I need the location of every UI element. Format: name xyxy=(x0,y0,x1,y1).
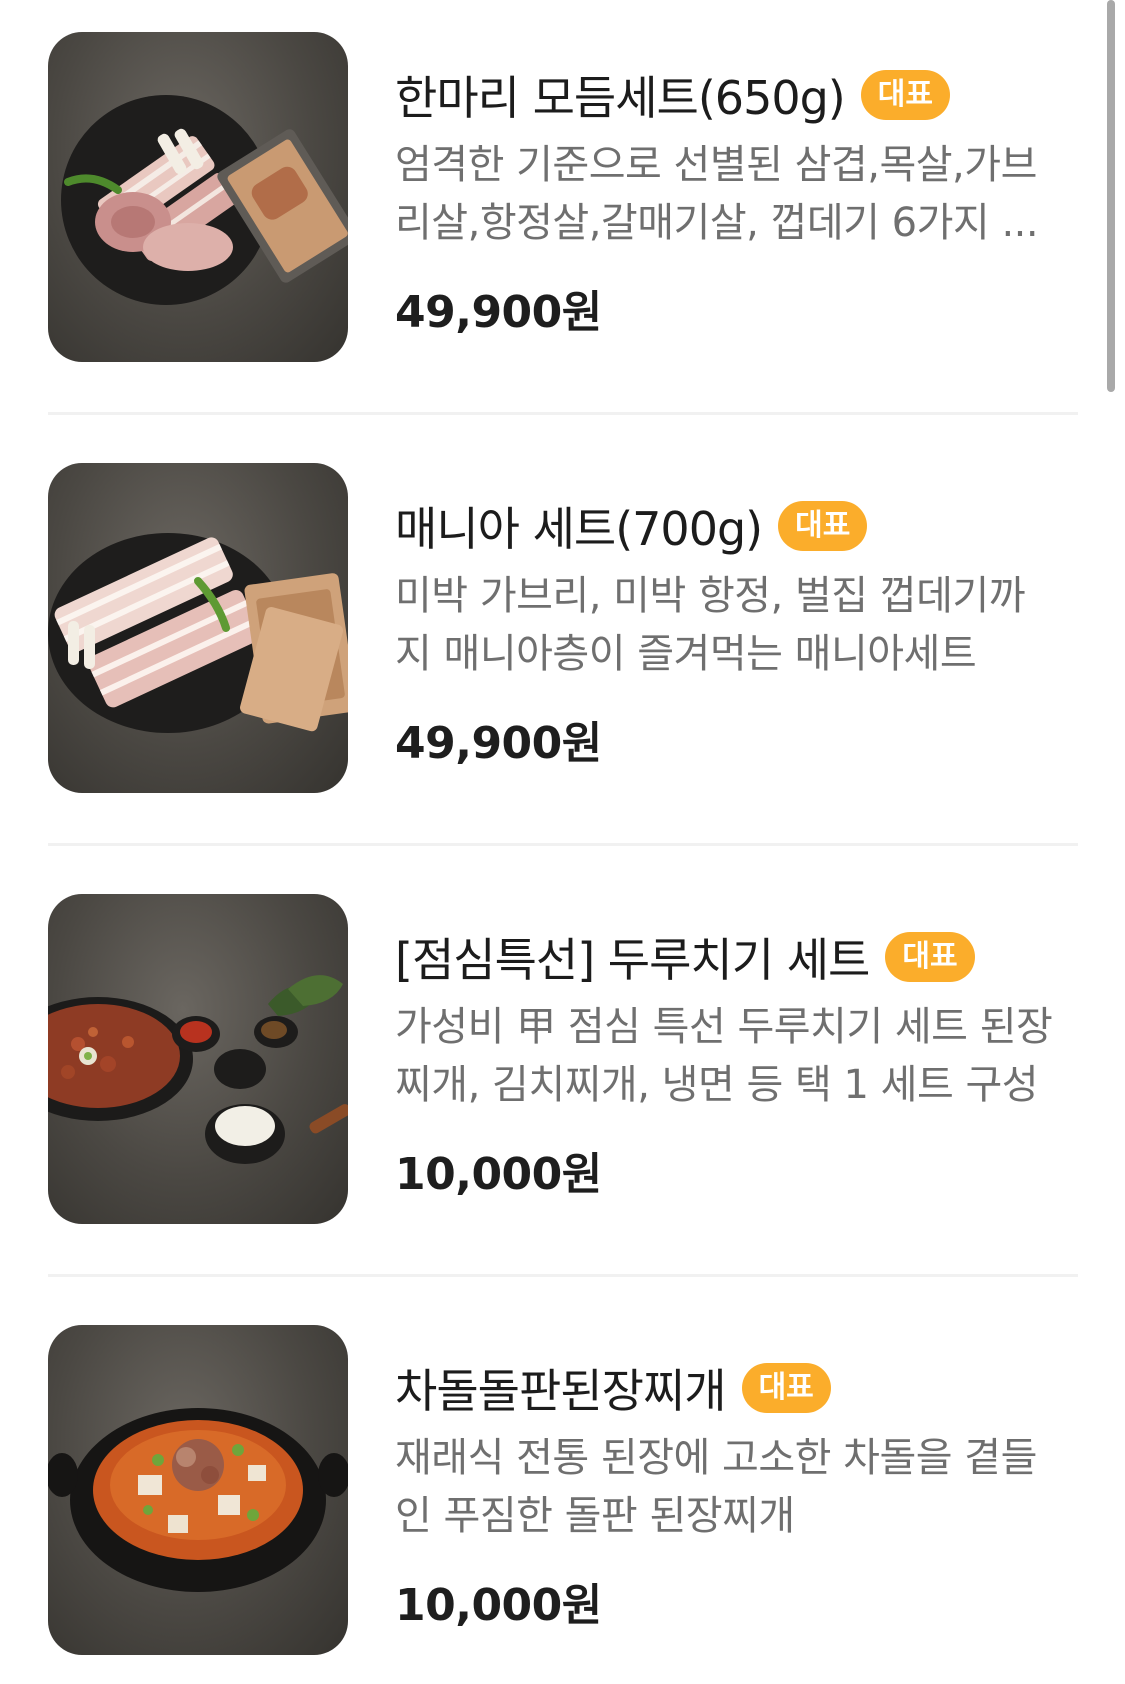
signature-badge: 대표 xyxy=(778,501,868,551)
signature-badge: 대표 xyxy=(885,932,975,982)
menu-item-name: 차돌돌판된장찌개 xyxy=(395,1364,727,1418)
description-line: 엄격한 기준으로 선별된 삼겹,목살,가브 xyxy=(395,142,1037,188)
menu-item[interactable]: 매니아 세트(700g) 대표 미박 가브리, 미박 항정, 벌집 껍데기까 지… xyxy=(48,463,1075,793)
menu-item-description: 가성비 甲 점심 특선 두루치기 세트 된장 찌개, 김치찌개, 냉면 등 택 … xyxy=(395,998,1095,1114)
menu-item-price: 49,900원 xyxy=(395,287,602,338)
divider xyxy=(48,412,1078,415)
menu-item-description: 미박 가브리, 미박 항정, 벌집 껍데기까 지 매니아층이 즐겨먹는 매니아세… xyxy=(395,567,1095,683)
menu-item[interactable]: 한마리 모듬세트(650g) 대표 엄격한 기준으로 선별된 삼겹,목살,가브 … xyxy=(48,32,1075,362)
menu-item-title-row: 한마리 모듬세트(650g) 대표 xyxy=(395,62,950,128)
menu-item-title-row: 차돌돌판된장찌개 대표 xyxy=(395,1355,831,1421)
menu-item[interactable]: [점심특선] 두루치기 세트 대표 가성비 甲 점심 특선 두루치기 세트 된장… xyxy=(48,894,1075,1224)
signature-badge: 대표 xyxy=(741,1363,831,1413)
signature-badge: 대표 xyxy=(860,70,950,120)
menu-item-name: 한마리 모듬세트(650g) xyxy=(395,71,846,125)
menu-item-price: 10,000원 xyxy=(395,1580,602,1631)
description-line: 재래식 전통 된장에 고소한 차돌을 곁들 xyxy=(395,1435,1037,1481)
description-line: 지 매니아층이 즐겨먹는 매니아세트 xyxy=(395,631,977,677)
menu-item-title-row: [점심특선] 두루치기 세트 대표 xyxy=(395,924,975,990)
divider xyxy=(48,843,1078,846)
menu-item-price: 10,000원 xyxy=(395,1149,602,1200)
description-line: 가성비 甲 점심 특선 두루치기 세트 된장 xyxy=(395,1004,1053,1050)
menu-item-description: 엄격한 기준으로 선별된 삼겹,목살,가브 리살,항정살,갈매기살, 껍데기 6… xyxy=(395,136,1095,252)
menu-item-name: 매니아 세트(700g) xyxy=(395,502,763,556)
pork-platter-photo xyxy=(48,32,348,362)
duruchigi-set-photo xyxy=(48,894,348,1224)
menu-item[interactable]: 차돌돌판된장찌개 대표 재래식 전통 된장에 고소한 차돌을 곁들 인 푸짐한 … xyxy=(48,1325,1075,1655)
description-line: 미박 가브리, 미박 항정, 벌집 껍데기까 xyxy=(395,573,1026,619)
divider xyxy=(48,1274,1078,1277)
description-line: 찌개, 김치찌개, 냉면 등 택 1 세트 구성 xyxy=(395,1062,1039,1108)
menu-item-price: 49,900원 xyxy=(395,718,602,769)
description-line: 리살,항정살,갈매기살, 껍데기 6가지 ... xyxy=(395,200,1039,246)
pork-set-photo xyxy=(48,463,348,793)
menu-item-name: [점심특선] 두루치기 세트 xyxy=(395,933,870,987)
doenjang-stew-photo xyxy=(48,1325,348,1655)
scrollbar[interactable] xyxy=(1107,0,1115,392)
menu-item-title-row: 매니아 세트(700g) 대표 xyxy=(395,493,868,559)
menu-item-description: 재래식 전통 된장에 고소한 차돌을 곁들 인 푸짐한 돌판 된장찌개 xyxy=(395,1429,1095,1545)
description-line: 인 푸짐한 돌판 된장찌개 xyxy=(395,1493,795,1539)
